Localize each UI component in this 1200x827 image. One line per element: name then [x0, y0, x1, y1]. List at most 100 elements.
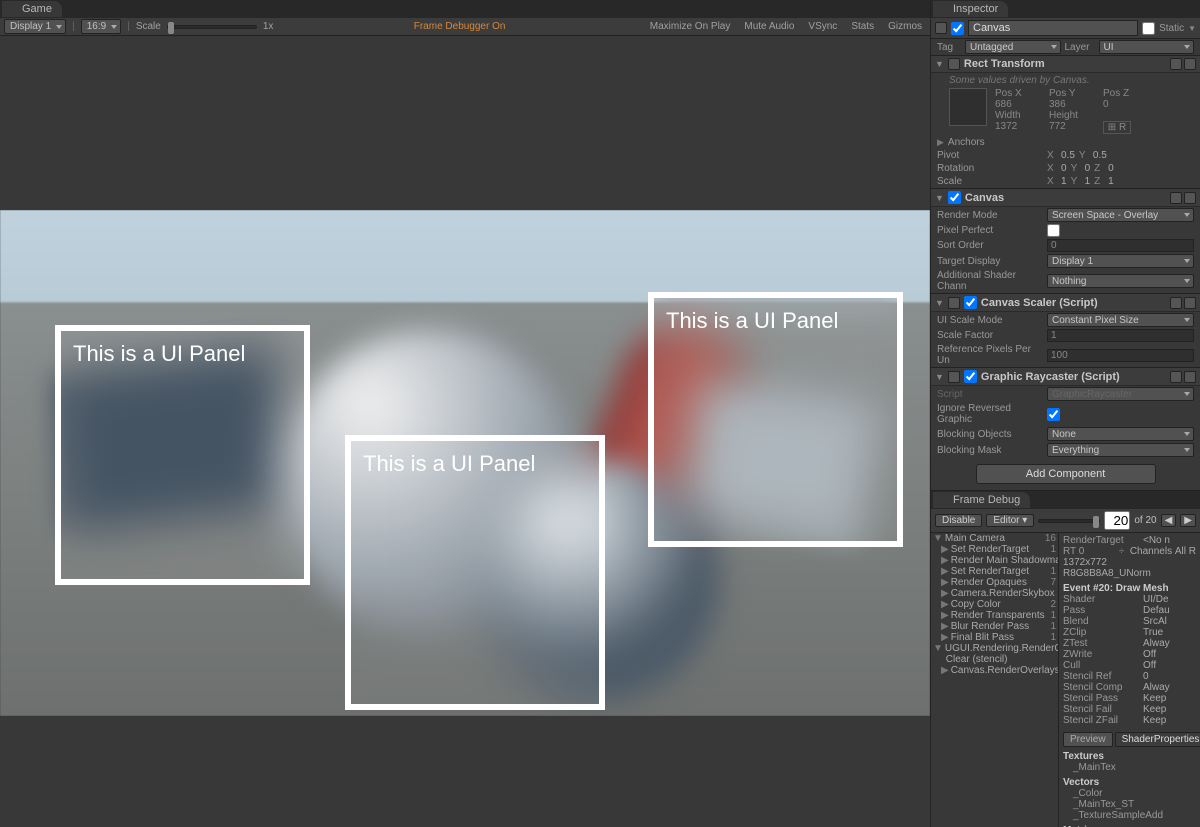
foldout-icon: ▼: [935, 59, 944, 69]
scale-factor-field[interactable]: [1047, 329, 1194, 342]
frame-debug-tree-item[interactable]: ▼UGUI.Rendering.RenderOverla4: [931, 643, 1058, 654]
script-label: Script: [937, 389, 1043, 400]
object-name-field[interactable]: [968, 20, 1138, 36]
tag-dropdown[interactable]: Untagged: [965, 40, 1061, 54]
aspect-dropdown[interactable]: 16:9: [81, 19, 121, 34]
shader-prop-row: ZWriteOff: [1063, 649, 1196, 660]
scale-z[interactable]: 1: [1108, 176, 1114, 187]
rotation-label: Rotation: [937, 163, 1043, 174]
frame-debug-tree-item[interactable]: ▶Set RenderTarget1: [931, 544, 1058, 555]
blocking-mask-dropdown[interactable]: Everything: [1047, 443, 1194, 457]
preview-tab[interactable]: Preview: [1063, 732, 1113, 747]
active-checkbox[interactable]: [951, 22, 964, 35]
component-menu-icon[interactable]: [1184, 58, 1196, 70]
canvas-component-header[interactable]: ▼Canvas: [931, 188, 1200, 207]
blueprint-toggle[interactable]: ⊞ R: [1103, 121, 1131, 134]
rect-transform-header[interactable]: ▼ Rect Transform: [931, 55, 1200, 73]
help-icon[interactable]: [1170, 297, 1182, 309]
pivot-y[interactable]: 0.5: [1093, 150, 1107, 161]
blocking-obj-dropdown[interactable]: None: [1047, 427, 1194, 441]
inspector-tab[interactable]: Inspector: [933, 1, 1008, 17]
game-canvas[interactable]: This is a UI Panel This is a UI Panel Th…: [0, 210, 930, 716]
display-dropdown[interactable]: Display 1: [4, 19, 66, 34]
opt-gizmos[interactable]: Gizmos: [884, 21, 926, 32]
graphic-raycaster-header[interactable]: ▼Graphic Raycaster (Script): [931, 367, 1200, 386]
prev-frame-button[interactable]: ◀: [1161, 514, 1177, 527]
add-component-button[interactable]: Add Component: [976, 464, 1156, 484]
shader-prop-row: PassDefau: [1063, 605, 1196, 616]
frame-debug-tree-item[interactable]: ▶Render Transparents1: [931, 610, 1058, 621]
tag-label: Tag: [937, 42, 961, 53]
frame-debug-tree-item[interactable]: ▶Render Opaques7: [931, 577, 1058, 588]
frame-debug-tree-item[interactable]: ▶Render Main Shadowmap1: [931, 555, 1058, 566]
frame-debug-tree-item[interactable]: Clear (stencil): [931, 654, 1058, 665]
rect-transform-icon: [948, 58, 960, 70]
menu-icon[interactable]: [1184, 371, 1196, 383]
rot-z[interactable]: 0: [1108, 163, 1114, 174]
ui-scale-mode-dropdown[interactable]: Constant Pixel Size: [1047, 313, 1194, 327]
render-mode-dropdown[interactable]: Screen Space - Overlay: [1047, 208, 1194, 222]
channels-all-button[interactable]: All: [1175, 546, 1186, 557]
help-icon[interactable]: [1170, 192, 1182, 204]
frame-debug-tree-item[interactable]: ▶Copy Color2: [931, 599, 1058, 610]
menu-icon[interactable]: [1184, 297, 1196, 309]
help-icon[interactable]: [1170, 371, 1182, 383]
posz-value[interactable]: 0: [1103, 99, 1153, 110]
rot-x[interactable]: 0: [1061, 163, 1067, 174]
scale-y[interactable]: 1: [1085, 176, 1091, 187]
height-value[interactable]: 772: [1049, 121, 1099, 134]
pixel-perfect-checkbox[interactable]: [1047, 224, 1060, 237]
scale-x[interactable]: 1: [1061, 176, 1067, 187]
frame-debug-tree-item[interactable]: ▶Set RenderTarget1: [931, 566, 1058, 577]
script-icon: [948, 297, 960, 309]
disable-button[interactable]: Disable: [935, 514, 982, 527]
canvas-scaler-enabled-checkbox[interactable]: [964, 296, 977, 309]
opt-maximize[interactable]: Maximize On Play: [646, 21, 735, 32]
ui-panel-2-label: This is a UI Panel: [363, 451, 535, 476]
ui-panel-1-label: This is a UI Panel: [73, 341, 245, 366]
layer-dropdown[interactable]: UI: [1099, 40, 1195, 54]
pivot-x[interactable]: 0.5: [1061, 150, 1075, 161]
shader-properties-tab[interactable]: ShaderProperties: [1115, 732, 1200, 747]
menu-icon[interactable]: [1184, 192, 1196, 204]
frame-debug-tree-item[interactable]: ▶Blur Render Pass1: [931, 621, 1058, 632]
opt-mute[interactable]: Mute Audio: [740, 21, 798, 32]
scale-label: Scale: [136, 21, 161, 32]
frame-debug-tab-bar: Frame Debug: [931, 491, 1200, 509]
next-frame-button[interactable]: ▶: [1180, 514, 1196, 527]
game-tab-bar: Game: [0, 0, 930, 18]
frame-debug-tree-item[interactable]: ▶Final Blit Pass1: [931, 632, 1058, 643]
anchors-label[interactable]: Anchors: [948, 137, 1054, 148]
channels-r-button[interactable]: R: [1189, 546, 1196, 557]
graphic-raycaster-enabled-checkbox[interactable]: [964, 370, 977, 383]
anchor-preset-icon[interactable]: [949, 88, 987, 126]
addl-shader-dropdown[interactable]: Nothing: [1047, 274, 1194, 288]
sort-order-field[interactable]: [1047, 239, 1194, 252]
editor-dropdown[interactable]: Editor ▾: [986, 514, 1034, 527]
frame-debug-tree-item[interactable]: ▶Camera.RenderSkybox1: [931, 588, 1058, 599]
frame-debug-tab[interactable]: Frame Debug: [933, 492, 1030, 508]
width-label: Width: [995, 110, 1045, 121]
posy-value[interactable]: 386: [1049, 99, 1099, 110]
ignore-reversed-checkbox[interactable]: [1047, 408, 1060, 421]
scale-slider[interactable]: [167, 25, 257, 29]
vectors-header: Vectors: [1063, 777, 1196, 788]
opt-vsync[interactable]: VSync: [804, 21, 841, 32]
frame-debug-tree[interactable]: ▼Main Camera16▶Set RenderTarget1▶Render …: [931, 533, 1059, 827]
frame-debug-tree-item[interactable]: ▶Canvas.RenderOverlays3: [931, 665, 1058, 676]
rt0-label[interactable]: RT 0: [1063, 546, 1119, 557]
frame-slider[interactable]: [1038, 519, 1100, 523]
game-tab[interactable]: Game: [2, 1, 62, 17]
width-value[interactable]: 1372: [995, 121, 1045, 134]
canvas-scaler-header[interactable]: ▼Canvas Scaler (Script): [931, 293, 1200, 312]
frame-debug-tree-item[interactable]: ▼Main Camera16: [931, 533, 1058, 544]
ref-pixels-field[interactable]: [1047, 349, 1194, 362]
canvas-enabled-checkbox[interactable]: [948, 191, 961, 204]
component-help-icon[interactable]: [1170, 58, 1182, 70]
opt-stats[interactable]: Stats: [847, 21, 878, 32]
rot-y[interactable]: 0: [1085, 163, 1091, 174]
static-checkbox[interactable]: [1142, 22, 1155, 35]
frame-number-field[interactable]: [1104, 511, 1130, 530]
posx-value[interactable]: 686: [995, 99, 1045, 110]
target-display-dropdown[interactable]: Display 1: [1047, 254, 1194, 268]
